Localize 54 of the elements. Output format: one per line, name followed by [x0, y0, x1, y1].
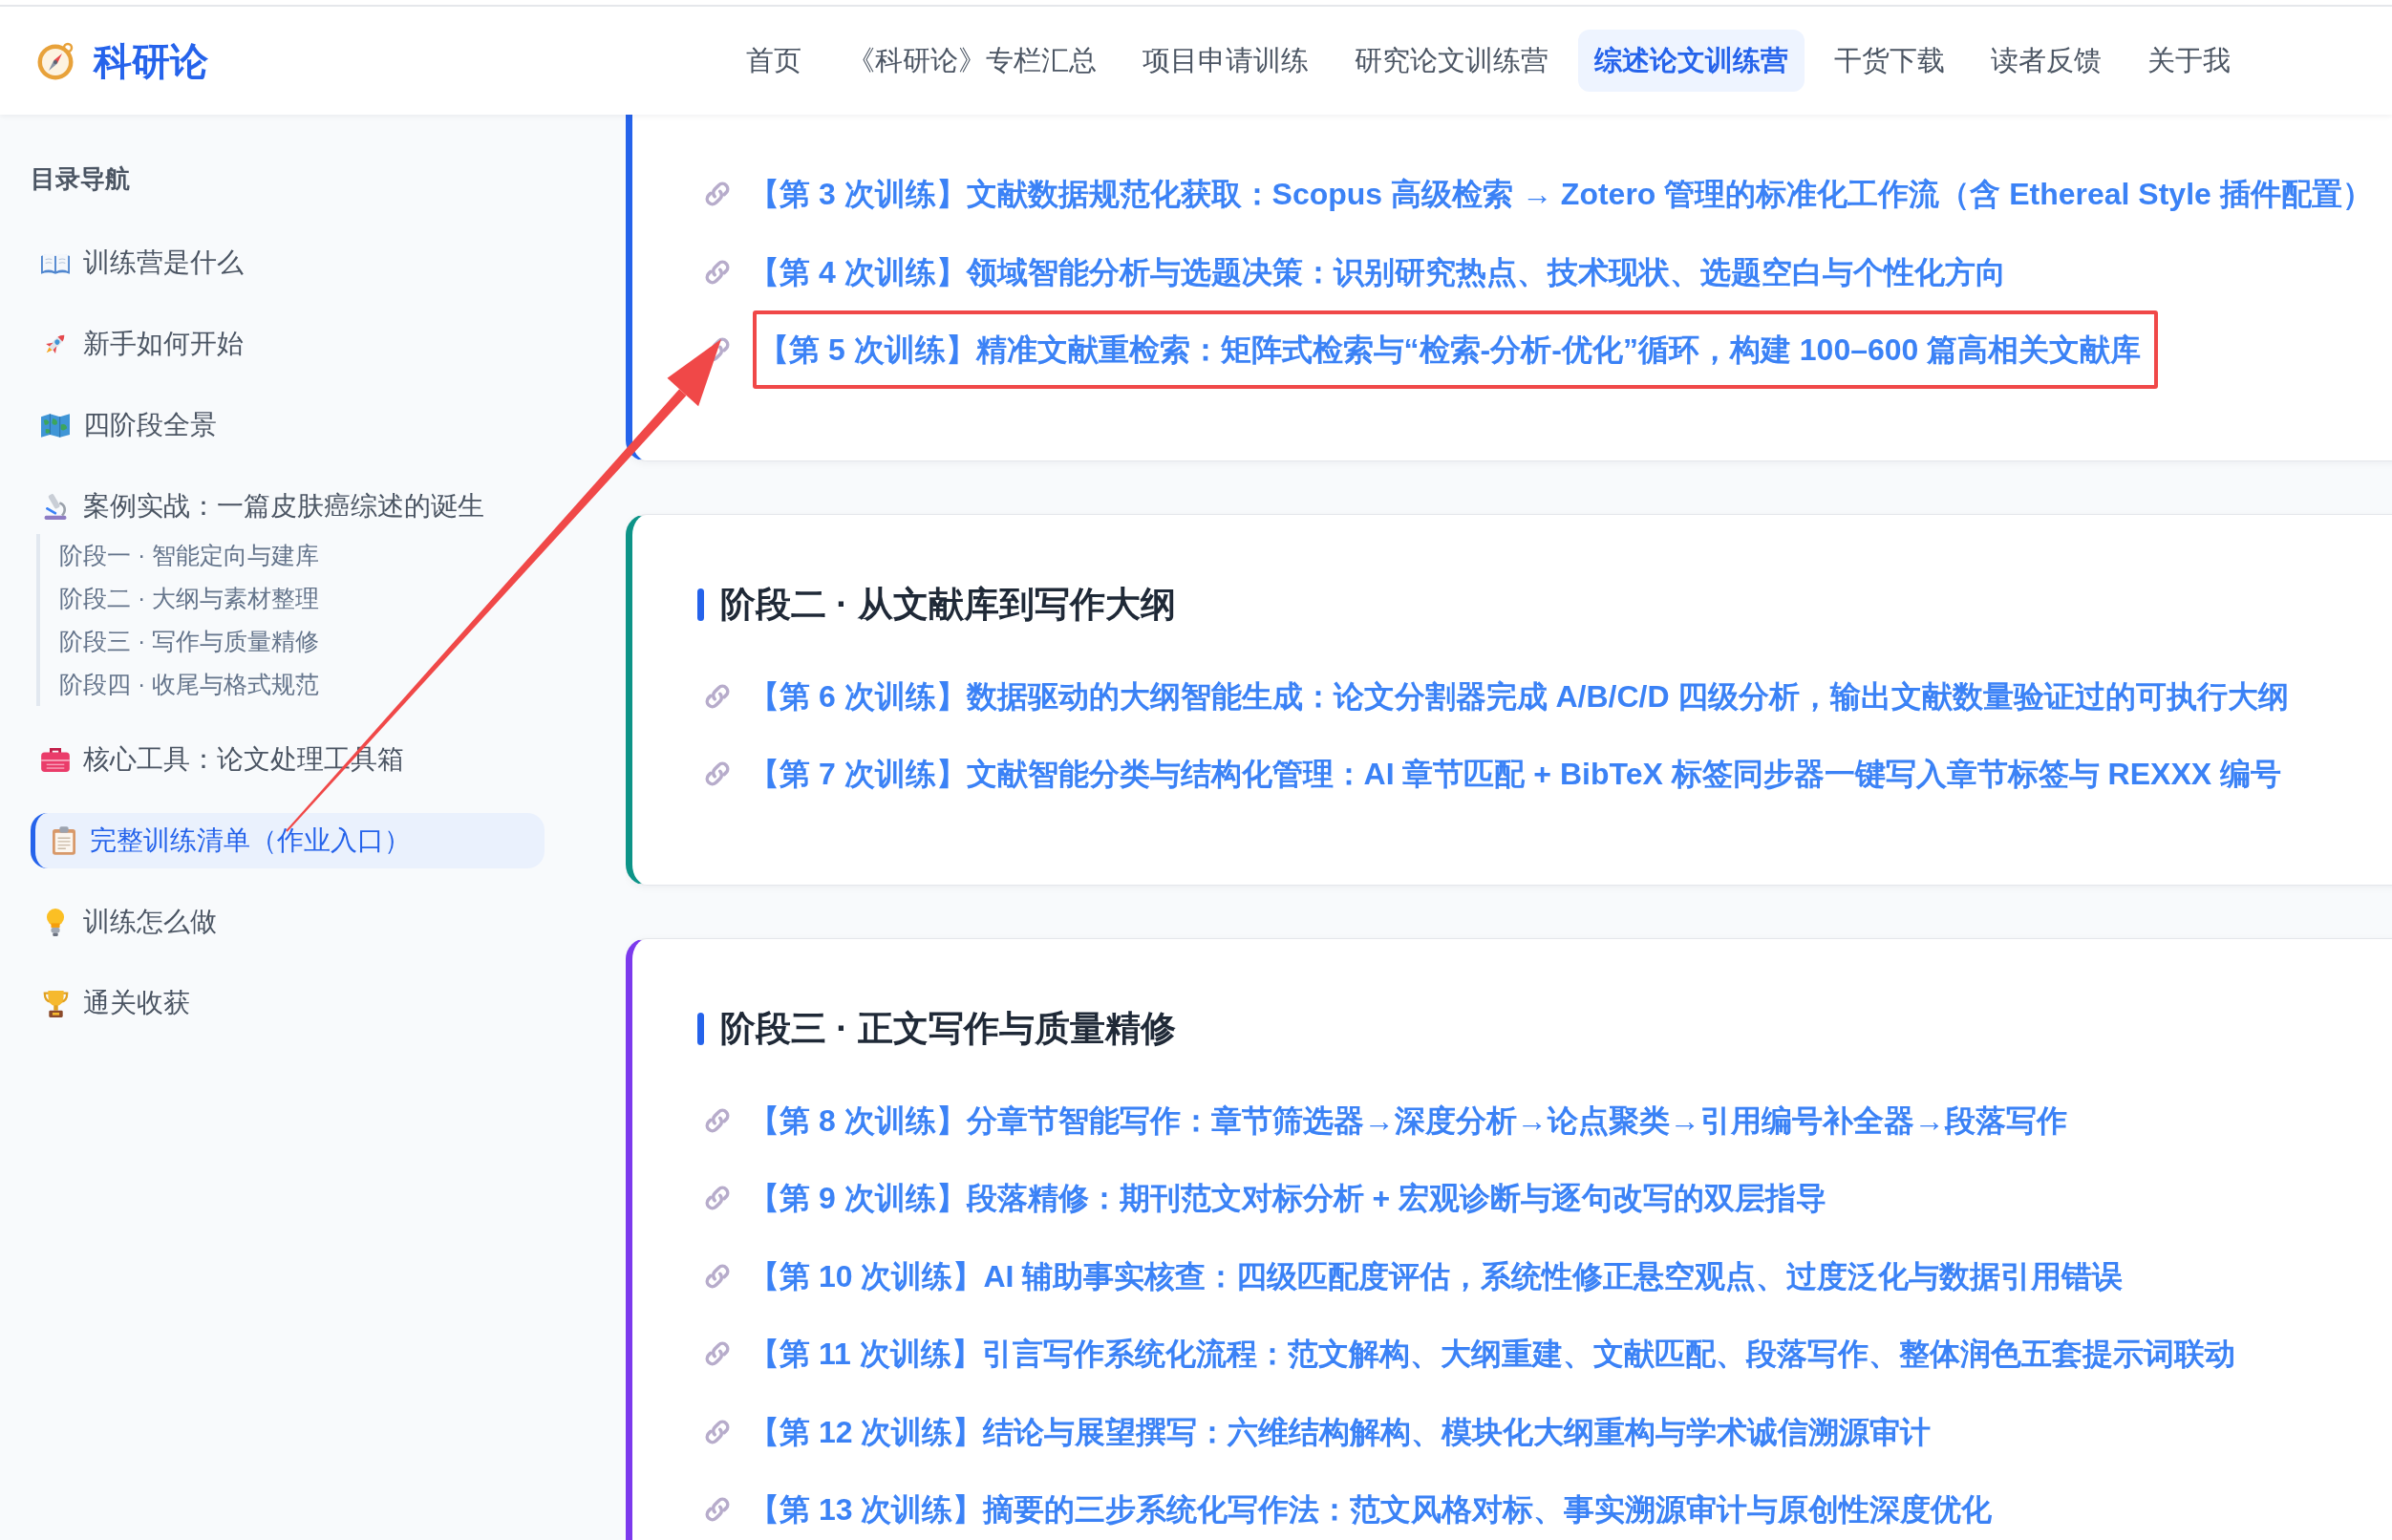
sidebar-item[interactable]: 案例实战：一篇皮肤癌综述的诞生: [31, 479, 545, 534]
nav-tab[interactable]: 项目申请训练: [1126, 30, 1325, 92]
nav-tab[interactable]: 关于我: [2131, 30, 2247, 92]
sidebar-subitem[interactable]: 阶段二 · 大纲与素材整理: [59, 577, 626, 620]
nav-tab[interactable]: 《科研论》专栏汇总: [831, 30, 1113, 92]
book-icon: [41, 251, 70, 274]
link-icon: [705, 259, 730, 285]
nav-tab[interactable]: 干货下载: [1818, 30, 1961, 92]
stage-title: 阶段三 · 正文写作与质量精修: [720, 1008, 1176, 1050]
training-link[interactable]: 【第 7 次训练】文献智能分类与结构化管理：AI 章节匹配 + BibTeX 标签同步器一键写入章节标签与 REXXX 编号: [749, 754, 2281, 795]
sidebar-item[interactable]: 完整训练清单（作业入口）: [31, 813, 545, 868]
training-link[interactable]: 【第 9 次训练】段落精修：期刊范文对标分析 + 宏观诊断与逐句改写的双层指导: [749, 1178, 1827, 1219]
training-link[interactable]: 【第 12 次训练】结论与展望撰写：六维结构解构、模块化大纲重构与学术诚信溯源审计: [749, 1411, 1932, 1452]
link-icon: [705, 1497, 730, 1523]
link-icon: [705, 761, 730, 787]
sidebar-item[interactable]: 训练营是什么: [31, 235, 545, 290]
link-icon: [705, 1341, 730, 1367]
link-icon: [705, 1263, 730, 1289]
clipboard-icon: [53, 826, 75, 855]
nav-tab[interactable]: 研究论文训练营: [1338, 30, 1565, 92]
training-link[interactable]: 【第 3 次训练】文献数据规范化获取：Scopus 高级检索 → Zotero 管理的标准化工作流（含 Ethereal Style 插件配置）: [749, 174, 2373, 215]
training-link[interactable]: 【第 11 次训练】引言写作系统化流程：范文解构、大纲重建、文献匹配、段落写作、整体润色五套提示词联动: [749, 1334, 2235, 1375]
nav-tab[interactable]: 首页: [730, 30, 818, 92]
accent-bar-icon: [697, 588, 704, 621]
training-link[interactable]: 【第 13 次训练】摘要的三步系统化写作法：范文风格对标、事实溯源审计与原创性深度优化: [749, 1489, 1993, 1530]
link-icon: [705, 1419, 730, 1444]
compass-icon: [36, 41, 75, 80]
microscope-icon: [42, 493, 69, 520]
link-icon: [705, 1186, 730, 1211]
link-icon: [705, 683, 730, 709]
sidebar-item[interactable]: 训练怎么做: [31, 894, 545, 950]
training-link[interactable]: 【第 10 次训练】AI 辅助事实核查：四级匹配度评估，系统性修正悬空观点、过度泛化与数据引用错误: [749, 1255, 2124, 1296]
trophy-icon: [42, 989, 69, 1017]
lightbulb-icon: [46, 908, 65, 936]
sidebar-subitem[interactable]: 阶段三 · 写作与质量精修: [59, 620, 626, 663]
sidebar-subitem[interactable]: 阶段四 · 收尾与格式规范: [59, 663, 626, 706]
sidebar-item[interactable]: 新手如何开始: [31, 316, 545, 372]
training-link[interactable]: 【第 4 次训练】领域智能分析与选题决策：识别研究热点、技术现状、选题空白与个性化方向: [749, 251, 2006, 292]
sidebar-item[interactable]: 通关收获: [31, 975, 545, 1031]
toolbox-icon: [41, 747, 70, 772]
nav-tab[interactable]: 读者反馈: [1975, 30, 2118, 92]
map-icon: [41, 413, 70, 438]
training-link[interactable]: 【第 8 次训练】分章节智能写作：章节筛选器→深度分析→论点聚类→引用编号补全器→段落写作: [749, 1100, 2067, 1141]
link-icon: [705, 1107, 730, 1133]
sidebar-subitem[interactable]: 阶段一 · 智能定向与建库: [59, 534, 626, 577]
accent-bar-icon: [697, 1013, 704, 1045]
sidebar-item[interactable]: 四阶段全景: [31, 397, 545, 453]
sidebar-title: 目录导航: [31, 163, 131, 194]
link-icon: [705, 182, 730, 207]
nav-tab[interactable]: 综述论文训练营: [1578, 30, 1805, 92]
training-link[interactable]: 【第 5 次训练】精准文献重检索：矩阵式检索与“检索-分析-优化”循环，构建 100–600 篇高相关文献库: [758, 330, 2142, 371]
stage-title: 阶段二 · 从文献库到写作大纲: [720, 584, 1176, 626]
training-link[interactable]: 【第 6 次训练】数据驱动的大纲智能生成：论文分割器完成 A/B/C/D 四级分析，输出文献数量验证过的可执行大纲: [749, 675, 2290, 717]
logo-text[interactable]: 科研论: [94, 37, 208, 84]
